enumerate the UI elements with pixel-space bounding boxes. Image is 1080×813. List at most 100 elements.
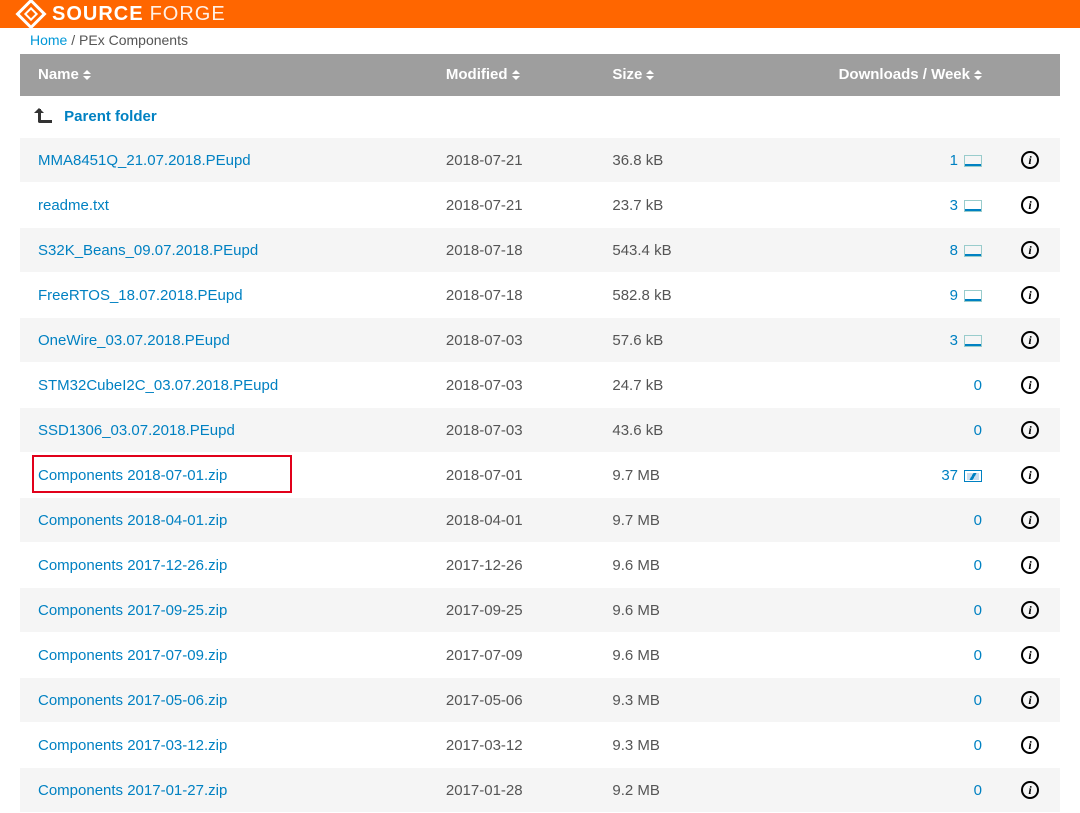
file-link[interactable]: FreeRTOS_18.07.2018.PEupd [38,287,243,304]
col-header-name[interactable]: Name [20,54,428,96]
file-downloads[interactable]: 0 [735,768,1000,813]
file-size: 582.8 kB [594,273,735,318]
table-row: OneWire_03.07.2018.PEupd2018-07-0357.6 k… [20,318,1060,363]
sort-icon [974,66,982,84]
col-header-downloads[interactable]: Downloads / Week [735,54,1000,96]
sparkline-icon [964,290,982,302]
info-icon[interactable] [1021,601,1039,619]
col-header-modified[interactable]: Modified [428,54,594,96]
table-row: Components 2017-05-06.zip 2017-05-069.3 M… [20,678,1060,723]
sparkline-icon [964,470,982,482]
file-downloads[interactable]: 8 [735,228,1000,273]
file-downloads[interactable]: 0 [735,723,1000,768]
file-downloads[interactable]: 9 [735,273,1000,318]
file-downloads[interactable]: 3 [735,183,1000,228]
info-icon[interactable] [1021,151,1039,169]
file-modified: 2018-04-01 [428,498,594,543]
file-downloads[interactable]: 37 [735,453,1000,498]
info-icon[interactable] [1021,691,1039,709]
file-size: 9.7 MB [594,498,735,543]
table-row: SSD1306_03.07.2018.PEupd2018-07-0343.6 k… [20,408,1060,453]
file-link[interactable]: Components 2017-05-06.zip [38,692,227,709]
file-downloads[interactable]: 0 [735,363,1000,408]
file-modified: 2018-07-03 [428,318,594,363]
info-icon[interactable] [1021,196,1039,214]
top-navbar: SOURCEFORGE [0,0,1080,28]
file-link[interactable]: STM32CubeI2C_03.07.2018.PEupd [38,377,278,394]
logo-text-2: FORGE [150,3,226,26]
breadcrumb: Home / PEx Components [0,28,1080,54]
file-size: 24.7 kB [594,363,735,408]
file-downloads[interactable]: 1 [735,138,1000,183]
table-header-row: Name Modified Size Downloads / Week [20,54,1060,96]
info-icon[interactable] [1021,376,1039,394]
info-icon[interactable] [1021,781,1039,799]
file-downloads[interactable]: 0 [735,408,1000,453]
file-modified: 2017-12-26 [428,543,594,588]
parent-folder-link[interactable]: Parent folder [64,108,157,125]
file-size: 9.3 MB [594,678,735,723]
col-header-info [1000,54,1060,96]
file-downloads[interactable]: 0 [735,588,1000,633]
info-icon[interactable] [1021,421,1039,439]
files-table-container: Name Modified Size Downloads / Week Pare… [20,54,1060,813]
file-size: 9.6 MB [594,588,735,633]
info-icon[interactable] [1021,646,1039,664]
info-icon[interactable] [1021,511,1039,529]
file-modified: 2018-07-21 [428,183,594,228]
file-link[interactable]: readme.txt [38,197,109,214]
breadcrumb-home[interactable]: Home [30,32,67,48]
file-downloads[interactable]: 0 [735,633,1000,678]
file-link[interactable]: Components 2017-09-25.zip [38,602,227,619]
file-modified: 2018-07-21 [428,138,594,183]
logo-diamond-icon [15,0,46,30]
file-modified: 2017-05-06 [428,678,594,723]
file-size: 23.7 kB [594,183,735,228]
file-link[interactable]: Components 2017-03-12.zip [38,737,227,754]
sparkline-icon [964,155,982,167]
file-link[interactable]: OneWire_03.07.2018.PEupd [38,332,230,349]
sparkline-icon [964,335,982,347]
table-row: Components 2017-01-27.zip2017-01-289.2 M… [20,768,1060,813]
table-row: S32K_Beans_09.07.2018.PEupd2018-07-18543… [20,228,1060,273]
file-size: 9.3 MB [594,723,735,768]
table-row: Components 2017-07-09.zip2017-07-099.6 M… [20,633,1060,678]
file-downloads[interactable]: 0 [735,678,1000,723]
file-modified: 2017-09-25 [428,588,594,633]
col-header-size[interactable]: Size [594,54,735,96]
table-row: MMA8451Q_21.07.2018.PEupd 2018-07-2136.8 … [20,138,1060,183]
info-icon[interactable] [1021,241,1039,259]
file-downloads[interactable]: 0 [735,543,1000,588]
info-icon[interactable] [1021,736,1039,754]
file-downloads[interactable]: 3 [735,318,1000,363]
file-link[interactable]: Components 2018-07-01.zip [38,467,227,484]
file-link[interactable]: MMA8451Q_21.07.2018.PEupd [38,152,251,169]
site-logo[interactable]: SOURCEFORGE [20,3,226,26]
file-downloads[interactable]: 0 [735,498,1000,543]
sort-icon [83,66,91,84]
table-row: Components 2018-04-01.zip 2018-04-019.7 M… [20,498,1060,543]
file-link[interactable]: Components 2017-01-27.zip [38,782,227,799]
file-modified: 2018-07-18 [428,273,594,318]
file-size: 36.8 kB [594,138,735,183]
file-size: 9.6 MB [594,633,735,678]
parent-folder-row[interactable]: Parent folder [20,96,1060,138]
file-link[interactable]: SSD1306_03.07.2018.PEupd [38,422,235,439]
info-icon[interactable] [1021,556,1039,574]
table-row: Components 2018-07-01.zip2018-07-019.7 M… [20,453,1060,498]
info-icon[interactable] [1021,466,1039,484]
file-modified: 2018-07-18 [428,228,594,273]
file-link[interactable]: Components 2017-07-09.zip [38,647,227,664]
file-modified: 2018-07-03 [428,408,594,453]
sparkline-icon [964,245,982,257]
table-row: Components 2017-12-26.zip 2017-12-269.6 M… [20,543,1060,588]
file-size: 9.6 MB [594,543,735,588]
info-icon[interactable] [1021,331,1039,349]
file-link[interactable]: Components 2018-04-01.zip [38,512,227,529]
file-size: 9.7 MB [594,453,735,498]
breadcrumb-sep: / [67,32,79,48]
file-link[interactable]: S32K_Beans_09.07.2018.PEupd [38,242,258,259]
info-icon[interactable] [1021,286,1039,304]
file-link[interactable]: Components 2017-12-26.zip [38,557,227,574]
file-size: 9.2 MB [594,768,735,813]
